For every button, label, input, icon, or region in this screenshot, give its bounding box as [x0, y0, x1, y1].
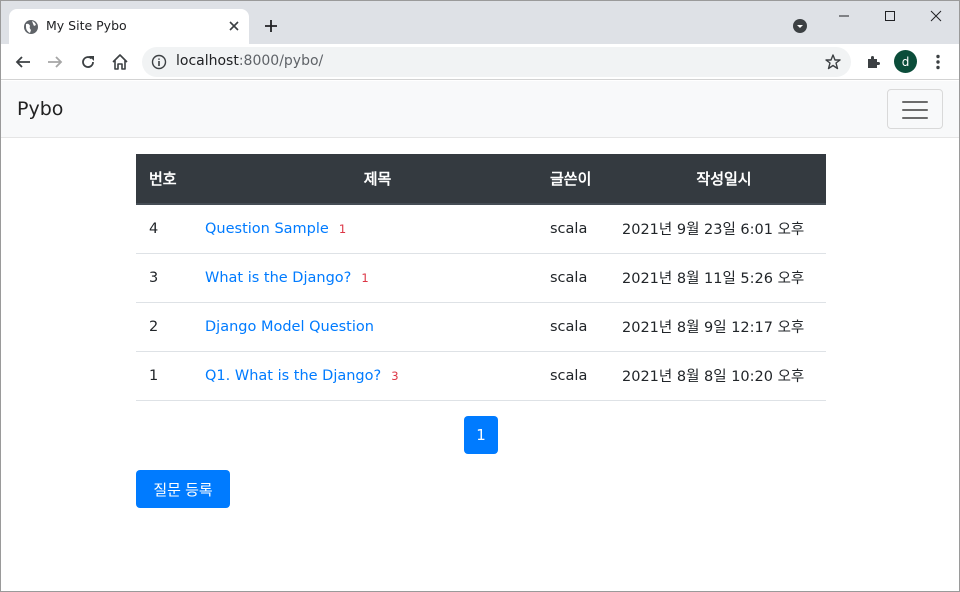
row-date: 2021년 8월 8일 10:20 오후 [622, 369, 805, 385]
header-number: 번호 [149, 170, 177, 188]
back-arrow-icon[interactable] [10, 49, 36, 75]
url-path: :8000/pybo/ [238, 53, 324, 69]
row-title-cell: Q1. What is the Django? 3 [205, 351, 550, 400]
browser-toolbar: localhost:8000/pybo/ d [1, 44, 959, 80]
reload-icon[interactable] [75, 49, 101, 75]
row-author: scala [550, 220, 588, 237]
header-author: 글쓴이 [550, 170, 592, 188]
info-icon[interactable] [151, 54, 167, 70]
kebab-menu-icon[interactable] [928, 51, 948, 73]
question-link[interactable]: Q1. What is the Django? [205, 368, 381, 384]
header-title: 제목 [363, 170, 392, 188]
bookmark-star-icon[interactable] [824, 53, 842, 71]
table-row: 2 Django Model Question scala 2021년 8월 9… [136, 302, 826, 351]
header-date: 작성일시 [696, 170, 752, 188]
table-row: 1 Q1. What is the Django? 3 scala 2021년 8… [136, 351, 826, 400]
forward-arrow-icon[interactable] [42, 49, 68, 75]
navbar-toggler-hamburger-icon[interactable] [887, 89, 943, 129]
row-number: 1 [149, 367, 159, 384]
table-row: 4 Question Sample 1 scala 2021년 9월 23일 6:… [136, 204, 826, 253]
question-table: 번호 제목 글쓴이 작성일시 4 Question Sample 1 scala … [136, 154, 826, 401]
question-link[interactable]: Django Model Question [205, 319, 374, 335]
avatar-initial: d [901, 54, 910, 69]
row-title-cell: Question Sample 1 [205, 204, 550, 253]
table-row: 3 What is the Django? 1 scala 2021년 8월 11… [136, 253, 826, 302]
url-host: localhost [176, 53, 239, 69]
extensions-puzzle-icon[interactable] [862, 51, 884, 73]
url-text[interactable]: localhost:8000/pybo/ [176, 53, 323, 69]
answer-count: 1 [338, 221, 347, 236]
row-title-cell: What is the Django? 1 [205, 253, 550, 302]
tab-close-icon[interactable] [225, 17, 243, 35]
browser-tab[interactable]: My Site Pybo [9, 9, 249, 44]
row-number: 4 [149, 220, 159, 237]
answer-count: 3 [391, 368, 399, 383]
tab-search-icon[interactable] [790, 16, 810, 36]
minimize-icon[interactable] [821, 1, 867, 31]
question-link[interactable]: What is the Django? [205, 270, 351, 286]
row-date: 2021년 8월 9일 12:17 오후 [622, 320, 805, 336]
site-navbar: Pybo [1, 81, 959, 138]
row-number: 3 [149, 269, 159, 286]
row-number: 2 [149, 318, 159, 335]
answer-count: 1 [361, 270, 369, 285]
table-header-row: 번호 제목 글쓴이 작성일시 [136, 154, 826, 204]
browser-window: My Site Pybo localhost:8000/pybo/ d Pybo… [0, 0, 960, 592]
pagination-page-active[interactable]: 1 [464, 416, 498, 454]
register-question-button[interactable]: 질문 등록 [136, 470, 230, 508]
maximize-icon[interactable] [867, 1, 913, 31]
row-date: 2021년 8월 11일 5:26 오후 [622, 271, 805, 287]
profile-avatar[interactable]: d [894, 50, 917, 73]
row-author: scala [550, 269, 588, 286]
tab-strip: My Site Pybo [1, 1, 959, 44]
globe-icon [24, 20, 38, 34]
question-link[interactable]: Question Sample [205, 221, 329, 237]
address-bar[interactable]: localhost:8000/pybo/ [142, 47, 851, 77]
row-author: scala [550, 318, 588, 335]
row-author: scala [550, 367, 588, 384]
row-title-cell: Django Model Question [205, 302, 550, 351]
home-icon[interactable] [107, 49, 133, 75]
navbar-brand[interactable]: Pybo [17, 98, 63, 120]
window-close-icon[interactable] [913, 1, 959, 31]
row-date: 2021년 9월 23일 6:01 오후 [622, 222, 805, 239]
tab-title: My Site Pybo [46, 18, 127, 33]
new-tab-icon[interactable] [259, 14, 283, 38]
